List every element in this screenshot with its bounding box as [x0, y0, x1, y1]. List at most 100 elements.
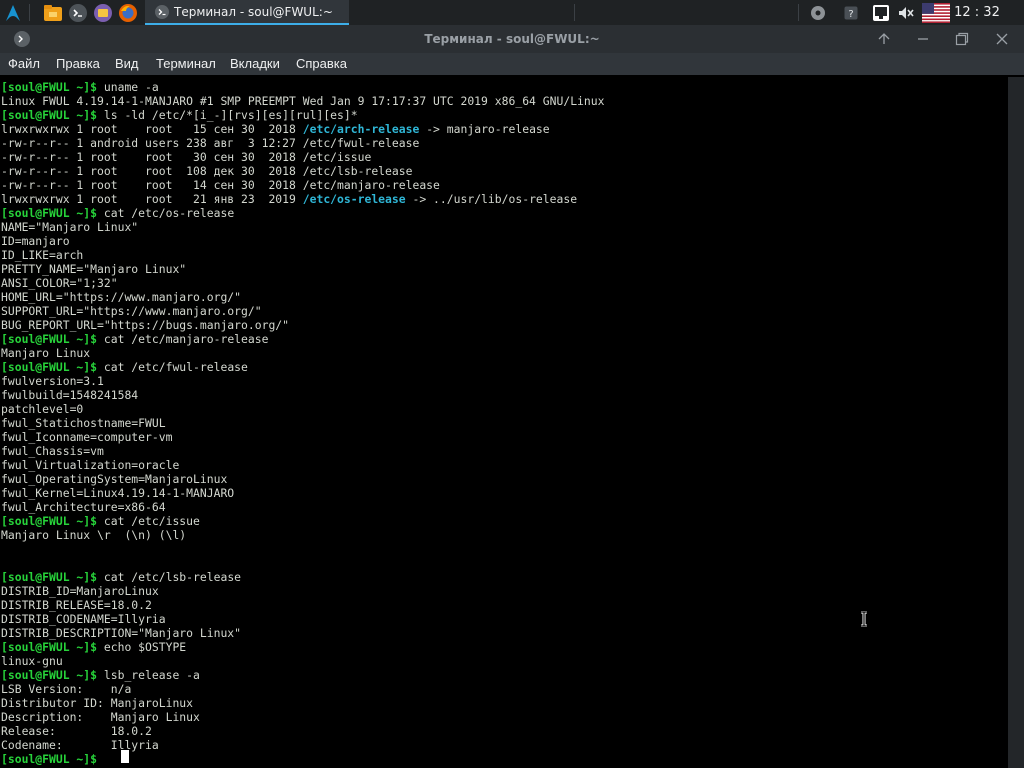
shell-prompt: [soul@FWUL ~]$: [1, 360, 104, 374]
shell-prompt: [soul@FWUL ~]$: [1, 640, 104, 654]
terminal-line: HOME_URL="https://www.manjaro.org/": [1, 290, 241, 304]
terminal-line: PRETTY_NAME="Manjaro Linux": [1, 262, 186, 276]
terminal-line: -rw-r--r-- 1 root root 108 дек 30 2018 /…: [1, 164, 412, 178]
terminal-text: Description: Manjaro Linux: [1, 710, 200, 724]
terminal-text: DISTRIB_ID=ManjaroLinux: [1, 584, 159, 598]
menu-help[interactable]: Справка: [296, 53, 347, 75]
tray-volume-button[interactable]: [895, 2, 917, 23]
terminal-text: PRETTY_NAME="Manjaro Linux": [1, 262, 187, 276]
terminal-line: Description: Manjaro Linux: [1, 710, 200, 724]
tray-help-button[interactable]: ?: [841, 2, 861, 23]
terminal-text: cat /etc/issue: [103, 514, 200, 528]
menu-edit[interactable]: Правка: [56, 53, 100, 75]
launcher-files-button[interactable]: [42, 2, 64, 23]
terminal-text: fwul_Statichostname=FWUL: [1, 416, 166, 430]
menu-tabs[interactable]: Вкладки: [230, 53, 280, 75]
terminal-text: lrwxrwxrwx 1 root root 21 янв 23 2019: [1, 192, 303, 206]
network-icon: [873, 4, 889, 21]
terminal-text: -> manjaro-release: [419, 122, 550, 136]
terminal-line: DISTRIB_RELEASE=18.0.2: [1, 598, 152, 612]
launcher-firefox-button[interactable]: [117, 2, 139, 23]
terminal-text: fwul_Iconname=computer-vm: [1, 430, 173, 444]
terminal-line: DISTRIB_DESCRIPTION="Manjaro Linux": [1, 626, 241, 640]
menu-terminal[interactable]: Терминал: [156, 53, 216, 75]
terminal-output[interactable]: [soul@FWUL ~]$ uname -a Linux FWUL 4.19.1…: [0, 77, 1008, 768]
window-titlebar[interactable]: Терминал - soul@FWUL:~: [0, 25, 1024, 53]
shell-prompt: [soul@FWUL ~]$: [1, 570, 104, 584]
terminal-line: [soul@FWUL ~]$ echo $OSTYPE: [1, 640, 186, 654]
terminal-text: ANSI_COLOR="1;32": [1, 276, 118, 290]
terminal-line: BUG_REPORT_URL="https://bugs.manjaro.org…: [1, 318, 289, 332]
arch-logo-icon: [6, 4, 20, 21]
terminal-line: fwulbuild=1548241584: [1, 388, 138, 402]
terminal-line: [soul@FWUL ~]$ cat /etc/issue: [1, 514, 200, 528]
symlink-path: /etc/os-release: [302, 192, 406, 206]
terminal-line: fwul_Iconname=computer-vm: [1, 430, 172, 444]
terminal-text: fwul_Kernel=Linux4.19.14-1-MANJARO: [1, 486, 235, 500]
firefox-icon: [119, 3, 137, 22]
terminal-text: cat /etc/os-release: [103, 206, 235, 220]
terminal-line: [soul@FWUL ~]$ cat /etc/fwul-release: [1, 360, 248, 374]
terminal-line: ID_LIKE=arch: [1, 248, 83, 262]
terminal-line: [soul@FWUL ~]$ cat /etc/lsb-release: [1, 570, 241, 584]
terminal-line: ID=manjaro: [1, 234, 70, 248]
terminal-line: DISTRIB_ID=ManjaroLinux: [1, 584, 159, 598]
terminal-line: [soul@FWUL ~]$ cat /etc/os-release: [1, 206, 234, 220]
terminal-text: SUPPORT_URL="https://www.manjaro.org/": [1, 304, 262, 318]
launcher-filemanager-button[interactable]: [92, 2, 114, 23]
terminal-scrollbar[interactable]: [1008, 77, 1024, 768]
terminal-text: -> ../usr/lib/os-release: [405, 192, 578, 206]
terminal-line: NAME="Manjaro Linux": [1, 220, 138, 234]
terminal-line: fwul_Kernel=Linux4.19.14-1-MANJARO: [1, 486, 234, 500]
menu-file[interactable]: Файл: [8, 53, 40, 75]
minimize-icon: [918, 38, 928, 40]
terminal-text: DISTRIB_CODENAME=Illyria: [1, 612, 166, 626]
terminal-line: lrwxrwxrwx 1 root root 21 янв 23 2019 /e…: [1, 192, 577, 206]
launcher-terminal-button[interactable]: [67, 2, 89, 23]
close-button[interactable]: [992, 29, 1012, 49]
taskbar-item-terminal[interactable]: Терминал - soul@FWUL:~: [145, 0, 349, 25]
terminal-text: -rw-r--r-- 1 root root 108 дек 30 2018 /…: [1, 164, 413, 178]
clock[interactable]: 12 : 32: [953, 0, 1001, 25]
terminal-line: -rw-r--r-- 1 root root 30 сен 30 2018 /e…: [1, 150, 371, 164]
tray-keyboard-layout-button[interactable]: [921, 2, 951, 23]
shell-prompt: [soul@FWUL ~]$: [1, 108, 104, 122]
shell-prompt: [soul@FWUL ~]$: [1, 206, 104, 220]
terminal-line: Distributor ID: ManjaroLinux: [1, 696, 193, 710]
terminal-line: -rw-r--r-- 1 root root 14 сен 30 2018 /e…: [1, 178, 440, 192]
tray-network-button[interactable]: [870, 2, 892, 23]
panel-separator: [574, 4, 575, 21]
terminal-text: -rw-r--r-- 1 android users 238 авг 3 12:…: [1, 136, 420, 150]
terminal-line: fwulversion=3.1: [1, 374, 104, 388]
terminal-text: Distributor ID: ManjaroLinux: [1, 696, 194, 710]
top-panel: Терминал - soul@FWUL:~ ? 12 : 32: [0, 0, 1024, 25]
us-flag-icon: [922, 2, 950, 23]
terminal-text: ls -ld /etc/*[i_-][rvs][es][rul][es]*: [103, 108, 358, 122]
terminal-line: fwul_Virtualization=oracle: [1, 458, 179, 472]
minimize-button[interactable]: [913, 29, 933, 49]
terminal-line: lrwxrwxrwx 1 root root 15 сен 30 2018 /e…: [1, 122, 550, 136]
terminal-text: fwulbuild=1548241584: [1, 388, 139, 402]
terminal-text: -rw-r--r-- 1 root root 30 сен 30 2018 /e…: [1, 150, 372, 164]
app-menu-button[interactable]: [2, 2, 24, 23]
restore-icon: [955, 32, 969, 46]
maximize-button[interactable]: [952, 29, 972, 49]
shell-prompt: [soul@FWUL ~]$: [1, 80, 104, 94]
terminal-text: Manjaro Linux: [1, 346, 91, 360]
terminal-line: fwul_Architecture=x86-64: [1, 500, 166, 514]
panel-separator: [29, 4, 30, 21]
menu-view[interactable]: Вид: [115, 53, 139, 75]
symlink-path: /etc/arch-release: [302, 122, 420, 136]
terminal-line: SUPPORT_URL="https://www.manjaro.org/": [1, 304, 262, 318]
terminal-text: -rw-r--r-- 1 root root 14 сен 30 2018 /e…: [1, 178, 440, 192]
terminal-line: [soul@FWUL ~]$ lsb_release -a: [1, 668, 200, 682]
terminal-line: LSB Version: n/a: [1, 682, 131, 696]
tray-disc-button[interactable]: [808, 2, 828, 23]
keep-above-button[interactable]: [874, 29, 894, 49]
terminal-text: DISTRIB_RELEASE=18.0.2: [1, 598, 152, 612]
window-title: Терминал - soul@FWUL:~: [424, 32, 600, 46]
terminal-text: BUG_REPORT_URL="https://bugs.manjaro.org…: [1, 318, 290, 332]
help-icon: ?: [844, 6, 858, 20]
terminal-line: Release: 18.0.2: [1, 724, 152, 738]
terminal-text: lsb_release -a: [103, 668, 200, 682]
